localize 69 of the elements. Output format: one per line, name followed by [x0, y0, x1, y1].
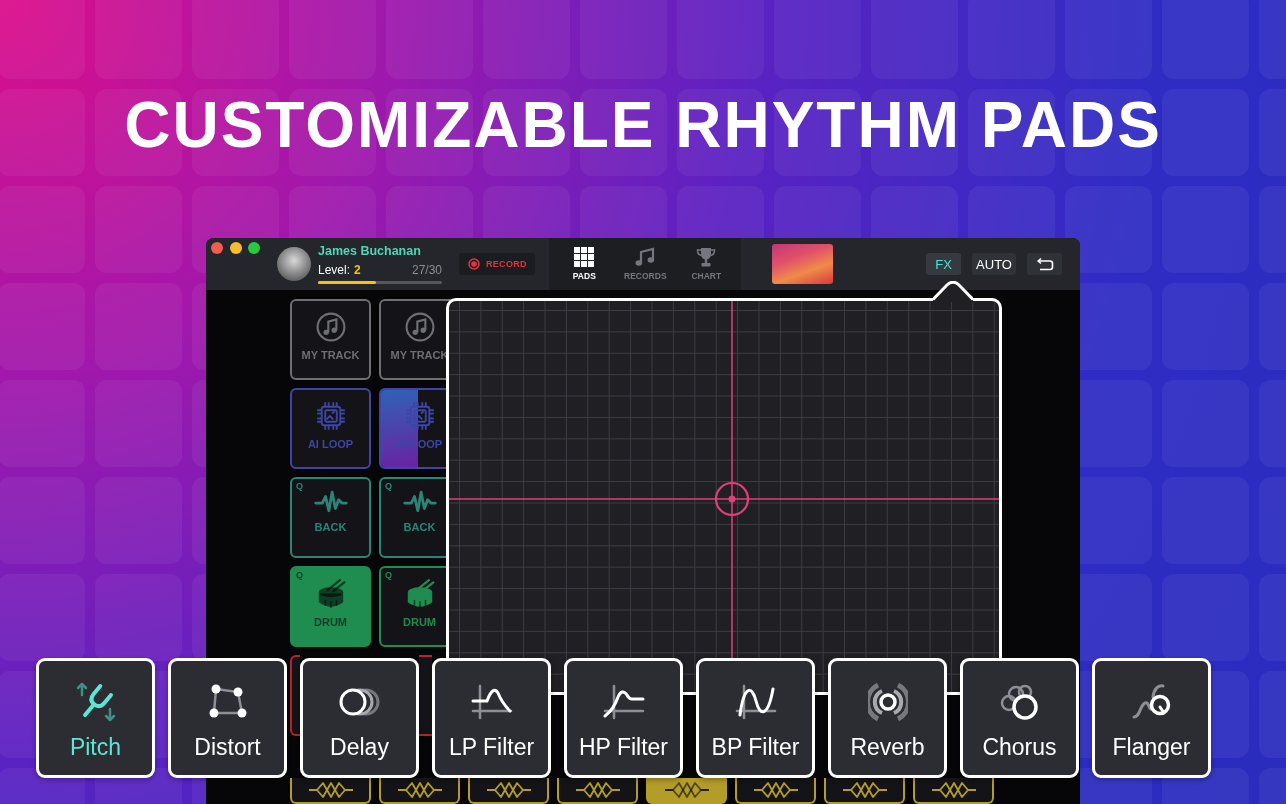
zigzag-icon	[396, 781, 443, 799]
zigzag-icon	[930, 781, 977, 799]
effect-button[interactable]: Chorus	[960, 658, 1079, 778]
circle-cluster-icon	[999, 683, 1040, 721]
minimize-button[interactable]	[229, 242, 242, 254]
headline: CUSTOMIZABLE RHYTHM PADS	[124, 88, 1162, 162]
pad-corner-label: Q	[385, 481, 392, 491]
trophy-icon	[696, 247, 717, 267]
progress-count: 27/30	[411, 263, 442, 277]
zigzag-icon	[485, 781, 532, 799]
curve-with-circle-icon	[1131, 683, 1172, 721]
level-label: Level:	[318, 263, 351, 277]
zigzag-icon	[841, 781, 888, 799]
undo-icon	[1035, 257, 1054, 271]
effect-button[interactable]: BP Filter	[696, 658, 815, 778]
record-icon	[468, 258, 480, 270]
zigzag-icon	[752, 781, 799, 799]
close-button[interactable]	[211, 242, 223, 254]
pad[interactable]	[290, 778, 371, 804]
pad[interactable]: Q BACK	[290, 477, 371, 558]
record-button[interactable]: RECORD	[459, 253, 535, 275]
chip-icon	[315, 401, 346, 431]
pad[interactable]	[468, 778, 549, 804]
level-number: 2	[354, 263, 361, 277]
zigzag-icon	[574, 781, 621, 799]
pad[interactable]	[379, 778, 460, 804]
lowpass-curve-icon	[470, 684, 513, 720]
mode-button[interactable]: AUTO	[972, 253, 1016, 275]
tuning-fork-icon	[75, 682, 116, 722]
effect-button[interactable]: Delay	[300, 658, 419, 778]
waveform-icon	[402, 490, 437, 514]
effect-button[interactable]: Pitch	[36, 658, 155, 778]
waveform-icon	[313, 490, 348, 514]
pad[interactable]	[419, 655, 432, 736]
bandpass-curve-icon	[734, 684, 777, 720]
undo-button[interactable]	[1027, 253, 1062, 275]
music-notes-icon	[635, 247, 656, 267]
pad[interactable]	[290, 655, 300, 736]
overlapping-rings-icon	[337, 687, 382, 717]
pad[interactable]	[557, 778, 638, 804]
pad-corner-label: Q	[385, 570, 392, 580]
effect-button[interactable]: Distort	[168, 658, 287, 778]
zigzag-icon	[663, 781, 710, 799]
music-note-icon	[404, 312, 435, 342]
effect-button[interactable]: Flanger	[1092, 658, 1211, 778]
music-note-icon	[315, 312, 346, 342]
nav-tab[interactable]: PADS	[553, 238, 615, 290]
mode-button[interactable]: FX	[926, 253, 962, 275]
pad[interactable]	[735, 778, 816, 804]
pad[interactable]	[824, 778, 905, 804]
highpass-curve-icon	[602, 684, 645, 720]
xy-handle[interactable]	[714, 481, 750, 517]
maximize-button[interactable]	[248, 242, 260, 254]
chip-icon	[404, 401, 435, 431]
effect-button[interactable]: Reverb	[828, 658, 947, 778]
pad-corner-label: Q	[296, 570, 303, 580]
pad-corner-label: Q	[296, 481, 303, 491]
pad[interactable]	[913, 778, 994, 804]
zigzag-icon	[307, 781, 354, 799]
pad[interactable]: MY TRACK	[290, 299, 371, 380]
pad[interactable]	[646, 778, 727, 804]
nav-tab[interactable]: RECORDS	[614, 238, 676, 290]
nav-tab[interactable]: CHART	[675, 238, 737, 290]
grid-icon	[574, 247, 595, 267]
effect-button[interactable]: LP Filter	[432, 658, 551, 778]
ring-with-arcs-icon	[867, 682, 908, 722]
avatar-placeholder	[277, 247, 311, 281]
effect-button[interactable]: HP Filter	[564, 658, 683, 778]
user-name: James Buchanan	[318, 244, 421, 259]
